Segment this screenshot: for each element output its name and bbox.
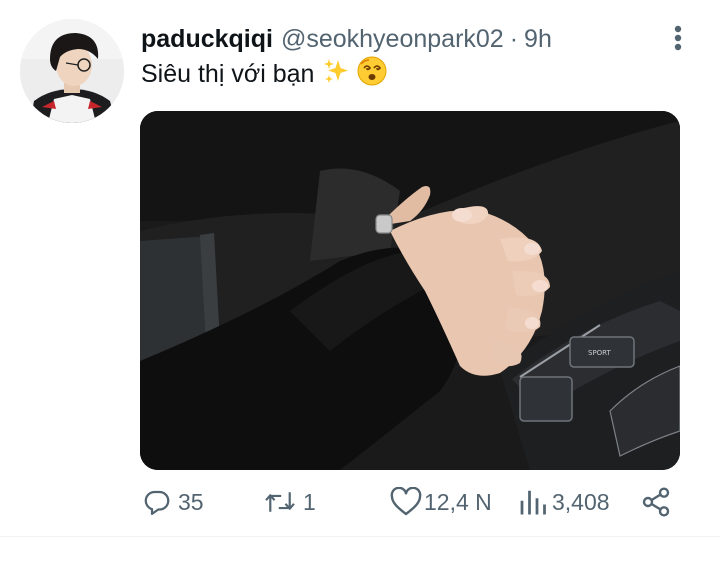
heart-icon: [390, 487, 422, 517]
face-with-spiral-eyes-emoji: [356, 55, 388, 94]
tweet-action-bar: 35 1 12,4 N 3,408: [140, 482, 680, 522]
reply-button[interactable]: 35: [142, 482, 204, 522]
tweet-text: Siêu thị với bạn: [141, 56, 388, 92]
views-count: 3,408: [552, 488, 610, 515]
avatar-image: [20, 19, 124, 123]
sparkles-emoji: [322, 56, 352, 93]
tweet-header: paduckqiqi @seokhyeonpark02 · 9h: [141, 22, 552, 56]
retweet-count: 1: [303, 488, 316, 515]
reply-icon: [142, 487, 172, 517]
avatar[interactable]: [20, 19, 124, 123]
tweet[interactable]: paduckqiqi @seokhyeonpark02 · 9h Siêu th…: [0, 0, 720, 537]
separator-dot: ·: [509, 24, 519, 53]
svg-text:SPORT: SPORT: [588, 349, 612, 357]
like-count: 12,4 N: [424, 488, 492, 515]
photo-image: SPORT: [140, 111, 680, 470]
share-icon: [640, 486, 672, 518]
reply-count: 35: [178, 488, 204, 515]
user-handle[interactable]: @seokhyeonpark02: [281, 25, 504, 54]
retweet-button[interactable]: 1: [263, 482, 316, 522]
views-button[interactable]: 3,408: [518, 482, 610, 522]
like-button[interactable]: 12,4 N: [390, 482, 492, 522]
retweet-icon: [263, 487, 297, 517]
tweet-text-content: Siêu thị với bạn: [141, 59, 315, 88]
analytics-icon: [518, 487, 546, 517]
share-button[interactable]: [640, 482, 672, 522]
tweet-media-photo[interactable]: SPORT: [140, 111, 680, 470]
tweet-timestamp[interactable]: 9h: [524, 25, 552, 54]
display-name[interactable]: paduckqiqi: [141, 25, 273, 54]
more-icon[interactable]: [664, 22, 692, 54]
